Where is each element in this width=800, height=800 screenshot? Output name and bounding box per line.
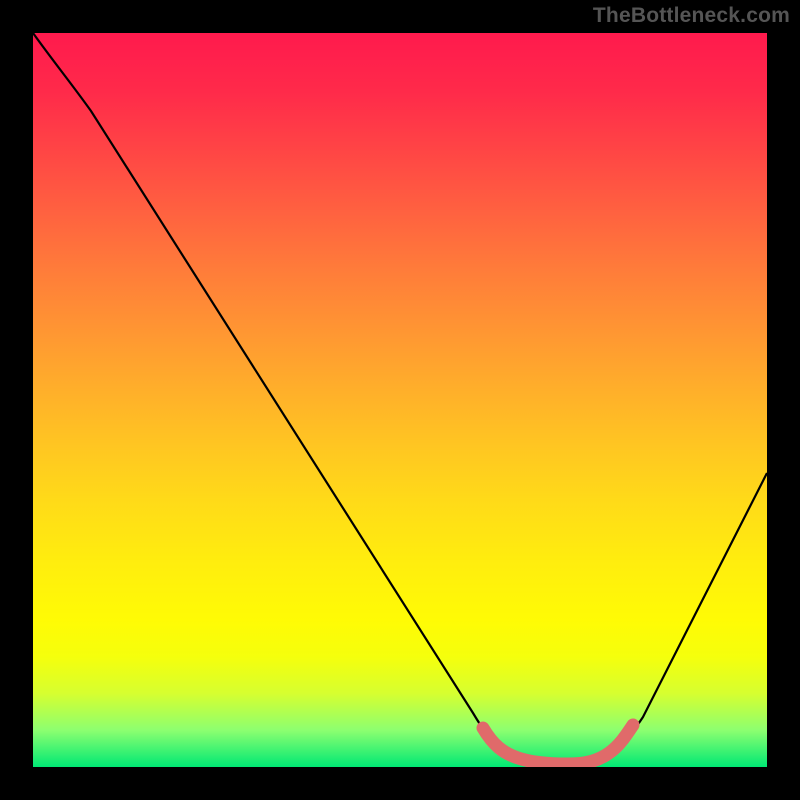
watermark-text: TheBottleneck.com [593,4,790,28]
optimal-range-marker [483,725,633,764]
bottleneck-curve-line [33,33,767,764]
chart-svg [33,33,767,767]
chart-container: TheBottleneck.com [0,0,800,800]
